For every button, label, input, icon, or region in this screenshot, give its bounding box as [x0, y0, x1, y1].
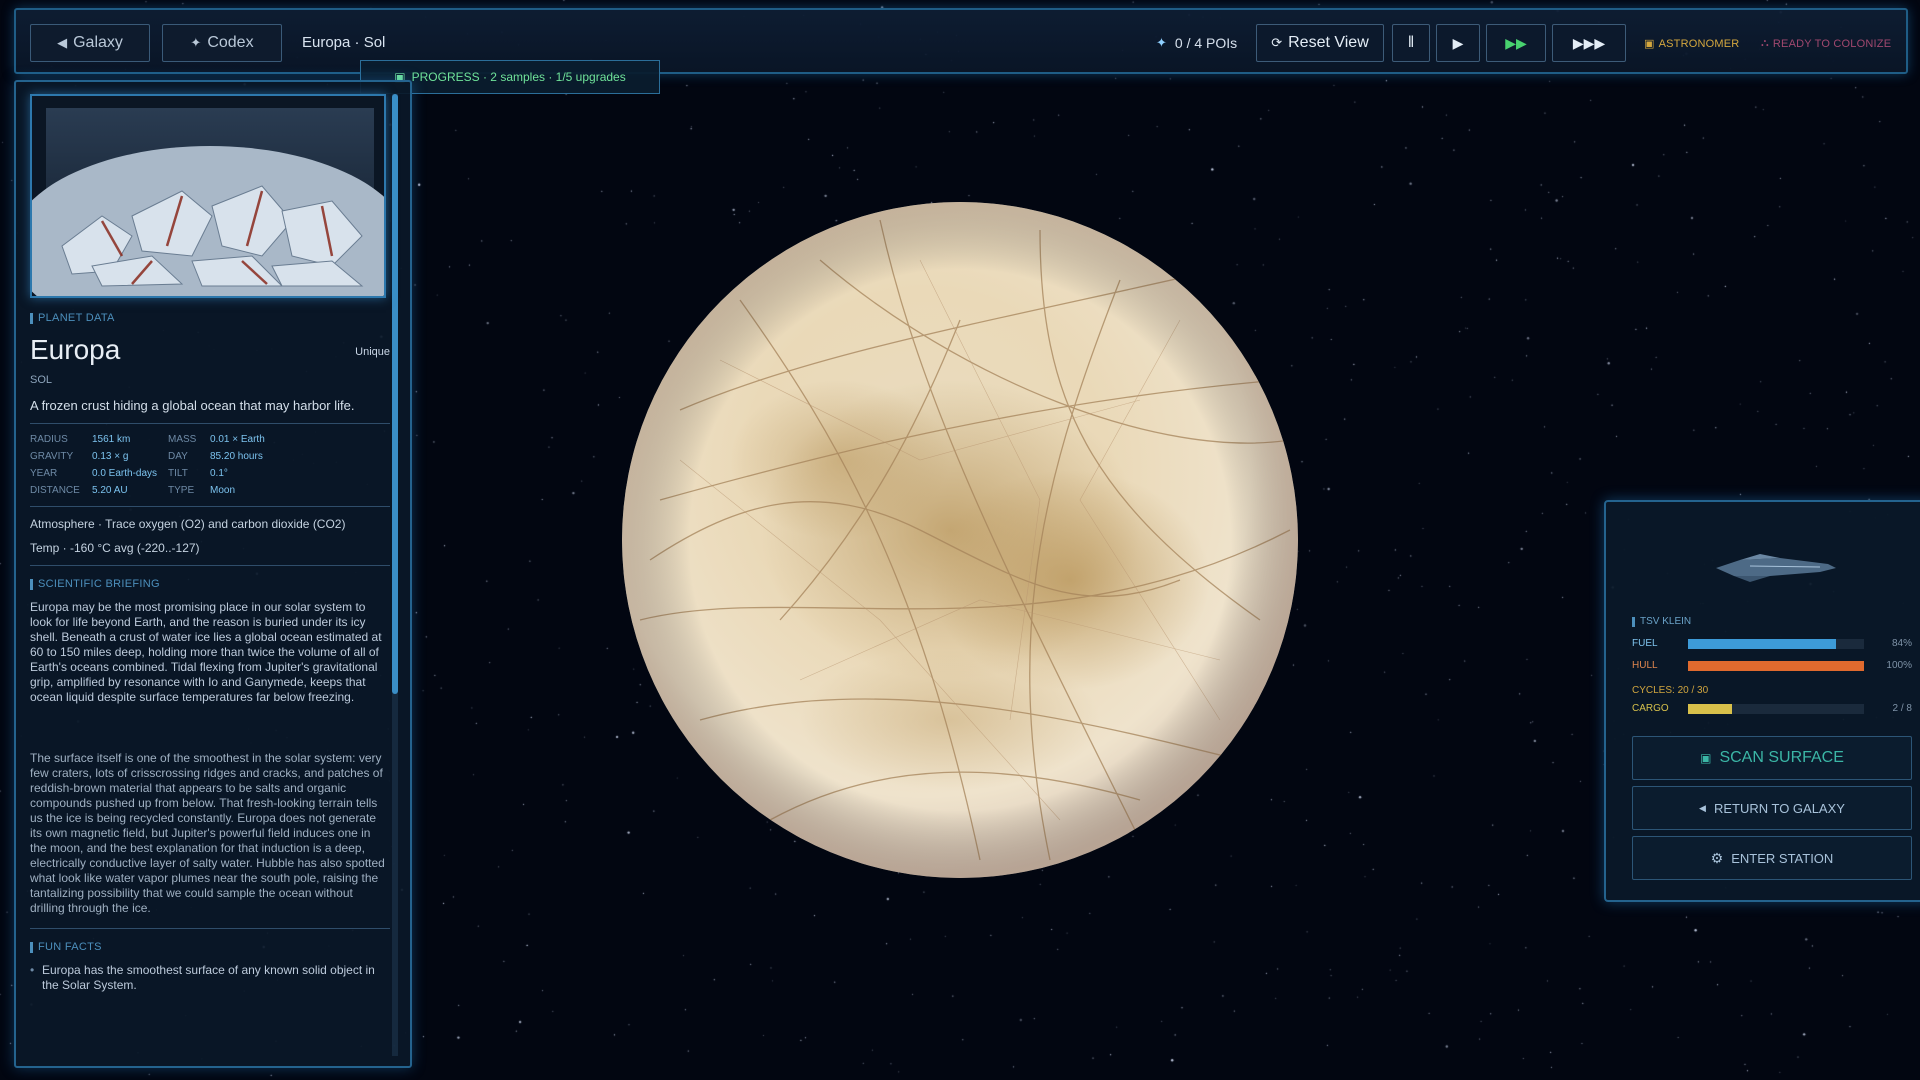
hull-gauge: HULL 100%: [1632, 659, 1912, 673]
hull-percent: 100%: [1886, 660, 1912, 671]
europa-planet-render[interactable]: [620, 200, 1300, 880]
planet-stats-grid: RADIUS 1561 km MASS 0.01 × Earth GRAVITY…: [30, 434, 390, 496]
stat-key: GRAVITY: [30, 451, 74, 462]
stat-value: 0.0 Earth-days: [92, 468, 158, 479]
cargo-track: [1688, 704, 1864, 714]
galaxy-button[interactable]: ◀ Galaxy: [30, 24, 150, 62]
stat-value: 0.13 × g: [92, 451, 129, 462]
stat-key: TILT: [168, 468, 188, 479]
rank-square-icon: ▣: [1644, 38, 1655, 50]
stat-key: TYPE: [168, 485, 195, 496]
gear-icon: ⚙: [1710, 849, 1724, 866]
cycles-counter: CYCLES: 20 / 30: [1632, 685, 1709, 696]
scrollbar-thumb[interactable]: [392, 94, 398, 694]
enter-station-button[interactable]: ⚙ ENTER STATION: [1632, 836, 1912, 880]
rarity-label: Unique: [355, 346, 390, 358]
pause-button[interactable]: ‖: [1392, 24, 1430, 62]
cargo-bar-fill: [1688, 704, 1732, 714]
cargo-label: CARGO: [1632, 703, 1669, 714]
stat-key: DAY: [168, 451, 188, 462]
planet-name: Europa: [30, 334, 121, 365]
return-to-galaxy-button[interactable]: ◀ RETURN TO GALAXY: [1632, 786, 1912, 830]
fastest-forward-icon: ▶▶▶: [1572, 34, 1606, 51]
poi-star-icon: ✦: [1156, 35, 1167, 50]
poi-counter: ✦ 0 / 4 POIs: [1156, 35, 1238, 51]
temperature-info: Temp · -160 °C avg (-220..-127): [30, 541, 200, 555]
play-icon: ▶: [1452, 34, 1464, 51]
fast-forward-icon: ▶▶: [1505, 34, 1527, 51]
scan-surface-button[interactable]: ▣ SCAN SURFACE: [1632, 736, 1912, 780]
back-triangle-icon: ◀: [57, 35, 68, 50]
stat-key: MASS: [168, 434, 197, 445]
system-label: SOL: [30, 374, 53, 386]
stat-value: Moon: [210, 485, 236, 496]
planet-info-panel: PLANET DATA Europa Unique SOL A frozen c…: [14, 80, 412, 1068]
planet-data-heading: PLANET DATA: [30, 312, 390, 324]
planet-surface-image: [30, 94, 386, 298]
divider: [30, 506, 390, 507]
divider: [30, 565, 390, 566]
atmosphere-info: Atmosphere · Trace oxygen (O2) and carbo…: [30, 517, 346, 531]
colonize-icon: ⛬: [1761, 37, 1769, 49]
sparkle-icon: ✦: [190, 35, 202, 50]
fuel-label: FUEL: [1632, 638, 1658, 649]
fuel-bar-fill: [1688, 639, 1836, 649]
stat-key: DISTANCE: [30, 485, 80, 496]
ship-status-panel: TSV KLEIN FUEL 84% HULL 100% CYCLES: 20 …: [1604, 500, 1920, 902]
stat-value: 85.20 hours: [210, 451, 263, 462]
fuel-gauge: FUEL 84%: [1632, 637, 1912, 651]
stat-value: 1561 km: [92, 434, 131, 445]
fuel-percent: 84%: [1891, 638, 1912, 649]
fastest-forward-button[interactable]: ▶▶▶: [1552, 24, 1626, 62]
fun-facts-heading: FUN FACTS: [30, 941, 390, 953]
stat-key: RADIUS: [30, 434, 68, 445]
planet-tagline: A frozen crust hiding a global ocean tha…: [30, 398, 355, 413]
stat-key: YEAR: [30, 468, 58, 479]
fuel-track: [1688, 639, 1864, 649]
fun-fact-item: Europa has the smoothest surface of any …: [30, 963, 390, 993]
reset-icon: ⟳: [1271, 35, 1283, 50]
fast-forward-button[interactable]: ▶▶: [1486, 24, 1546, 62]
pause-icon: ‖: [1407, 34, 1415, 51]
briefing-paragraph: The surface itself is one of the smoothe…: [30, 751, 385, 915]
briefing-paragraph: Europa may be the most promising place i…: [30, 600, 382, 704]
top-bar: ◀ Galaxy ✦ Codex Europa · Sol ✦ 0 / 4 PO…: [14, 8, 1908, 74]
hull-track: [1688, 661, 1864, 671]
stat-value: 5.20 AU: [92, 485, 128, 496]
rank-badge: ▣ ASTRONOMER: [1644, 37, 1740, 51]
reset-view-button[interactable]: ⟳ Reset View: [1256, 24, 1384, 62]
stat-value: 0.1°: [210, 468, 228, 479]
divider: [30, 423, 390, 424]
codex-button[interactable]: ✦ Codex: [162, 24, 282, 62]
scan-icon: ▣: [1700, 751, 1712, 765]
briefing-heading: SCIENTIFIC BRIEFING: [30, 578, 390, 590]
divider: [30, 928, 390, 929]
back-arrow-icon: ◀: [1699, 802, 1706, 813]
location-label: Europa · Sol: [302, 34, 386, 51]
play-button[interactable]: ▶: [1436, 24, 1480, 62]
colonize-status-badge: ⛬ READY TO COLONIZE: [1761, 37, 1892, 50]
spaceship-icon: [1716, 554, 1836, 582]
ship-name-label: TSV KLEIN: [1632, 616, 1691, 627]
hull-bar-fill: [1688, 661, 1864, 671]
hull-label: HULL: [1632, 660, 1658, 671]
planet-data-section: PLANET DATA Europa Unique SOL A frozen c…: [30, 312, 390, 993]
cargo-count: 2 / 8: [1892, 703, 1912, 714]
cargo-gauge: CARGO 2 / 8: [1632, 702, 1912, 716]
stat-value: 0.01 × Earth: [210, 434, 265, 445]
